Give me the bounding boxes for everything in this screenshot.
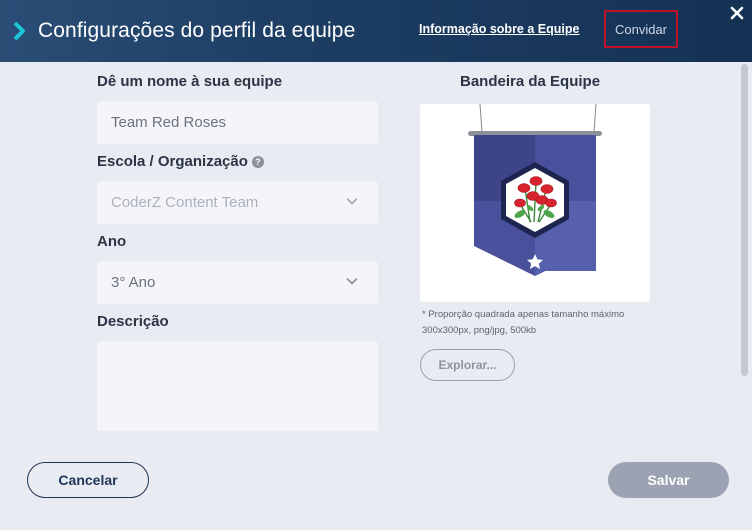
flag-size-note: * Proporção quadrada apenas tamanho máxi… bbox=[422, 309, 625, 336]
school-value: CoderZ Content Team bbox=[111, 194, 259, 211]
team-name-label: Dê um nome à sua equipe bbox=[97, 73, 283, 90]
team-info-link[interactable]: Informação sobre a Equipe bbox=[419, 22, 579, 36]
team-flag-title: Bandeira da Equipe bbox=[460, 73, 601, 90]
description-label: Descrição bbox=[97, 313, 169, 330]
chevron-down-icon bbox=[346, 277, 358, 285]
school-label-text: Escola / Organização bbox=[97, 153, 248, 170]
school-label: Escola / Organização? bbox=[97, 153, 264, 170]
team-flag-preview bbox=[420, 104, 650, 302]
team-flag-image bbox=[468, 104, 602, 276]
invite-button[interactable]: Convidar bbox=[604, 10, 678, 48]
cancel-button[interactable]: Cancelar bbox=[27, 462, 149, 498]
team-name-value: Team Red Roses bbox=[111, 114, 227, 131]
help-icon[interactable]: ? bbox=[251, 156, 264, 168]
dialog-title: Configurações do perfil da equipe bbox=[38, 19, 356, 42]
dialog-header: Configurações do perfil da equipe Inform… bbox=[0, 0, 752, 62]
scrollbar-thumb[interactable] bbox=[741, 64, 748, 376]
year-value: 3° Ano bbox=[111, 274, 156, 291]
chevron-down-icon bbox=[346, 197, 358, 205]
year-select[interactable]: 3° Ano bbox=[97, 261, 378, 304]
school-select[interactable]: CoderZ Content Team bbox=[97, 181, 378, 224]
close-icon[interactable] bbox=[730, 6, 744, 20]
explore-button[interactable]: Explorar... bbox=[420, 349, 515, 381]
save-button[interactable]: Salvar bbox=[608, 462, 729, 498]
description-textarea[interactable] bbox=[97, 341, 378, 431]
team-name-input[interactable]: Team Red Roses bbox=[97, 101, 378, 144]
year-label: Ano bbox=[97, 233, 127, 250]
chevron-right-icon bbox=[13, 22, 25, 40]
